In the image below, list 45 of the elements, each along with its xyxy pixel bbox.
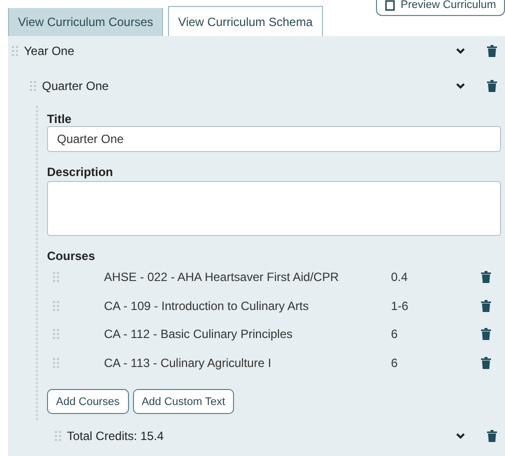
- trash-icon: [481, 356, 491, 369]
- trash-icon: [481, 328, 491, 340]
- trash-icon: [481, 271, 491, 284]
- document-icon: [384, 0, 395, 10]
- drag-handle-icon[interactable]: [53, 300, 59, 311]
- trash-icon: [487, 80, 497, 92]
- chevron-icon: [456, 83, 465, 89]
- course-credits: 0.4: [391, 270, 409, 284]
- section-title: Quarter One: [42, 79, 110, 93]
- drag-handle-icon[interactable]: [53, 358, 59, 368]
- chevron-button[interactable]: [456, 433, 465, 439]
- preview-curriculum-button[interactable]: Preview Curriculum: [376, 0, 505, 16]
- chevron-icon: [456, 433, 465, 439]
- delete-button[interactable]: [487, 430, 497, 442]
- chevron-icon: [456, 48, 465, 54]
- trash-icon: [487, 430, 497, 442]
- course-credits: 6: [391, 356, 399, 370]
- course-name: CA - 113 - Culinary Agriculture I: [104, 356, 272, 370]
- delete-button[interactable]: [487, 80, 497, 92]
- course-name: AHSE - 022 - AHA Heartsaver First Aid/CPR: [104, 270, 340, 284]
- field-label: Courses: [47, 249, 96, 263]
- course-name: CA - 112 - Basic Culinary Principles: [104, 327, 294, 342]
- drag-handle-icon[interactable]: [55, 431, 61, 441]
- delete-button[interactable]: [487, 45, 497, 57]
- drag-handle-icon[interactable]: [30, 81, 36, 91]
- tab[interactable]: View Curriculum Courses: [8, 8, 164, 36]
- course-credits: 1-6: [391, 298, 410, 313]
- drag-handle-icon[interactable]: [53, 329, 59, 340]
- title-field[interactable]: Quarter One: [47, 126, 501, 152]
- drag-handle-icon[interactable]: [12, 46, 18, 56]
- field-label: Description: [47, 165, 114, 179]
- field-label: Title: [47, 112, 72, 126]
- chevron-button[interactable]: [456, 48, 465, 54]
- chevron-button[interactable]: [456, 83, 465, 89]
- section-title: Year One: [24, 44, 76, 58]
- trash-icon: [481, 300, 491, 312]
- action-button[interactable]: Add Courses: [47, 389, 129, 414]
- action-button[interactable]: Add Custom Text: [132, 389, 234, 414]
- drag-handle-icon[interactable]: [53, 272, 59, 282]
- description-field[interactable]: [47, 181, 501, 236]
- total-credits: Total Credits: 15.4: [67, 429, 165, 443]
- course-credits: 6: [391, 327, 399, 342]
- trash-icon: [487, 45, 497, 57]
- course-name: CA - 109 - Introduction to Culinary Arts: [104, 298, 310, 313]
- tab[interactable]: View Curriculum Schema: [168, 6, 323, 36]
